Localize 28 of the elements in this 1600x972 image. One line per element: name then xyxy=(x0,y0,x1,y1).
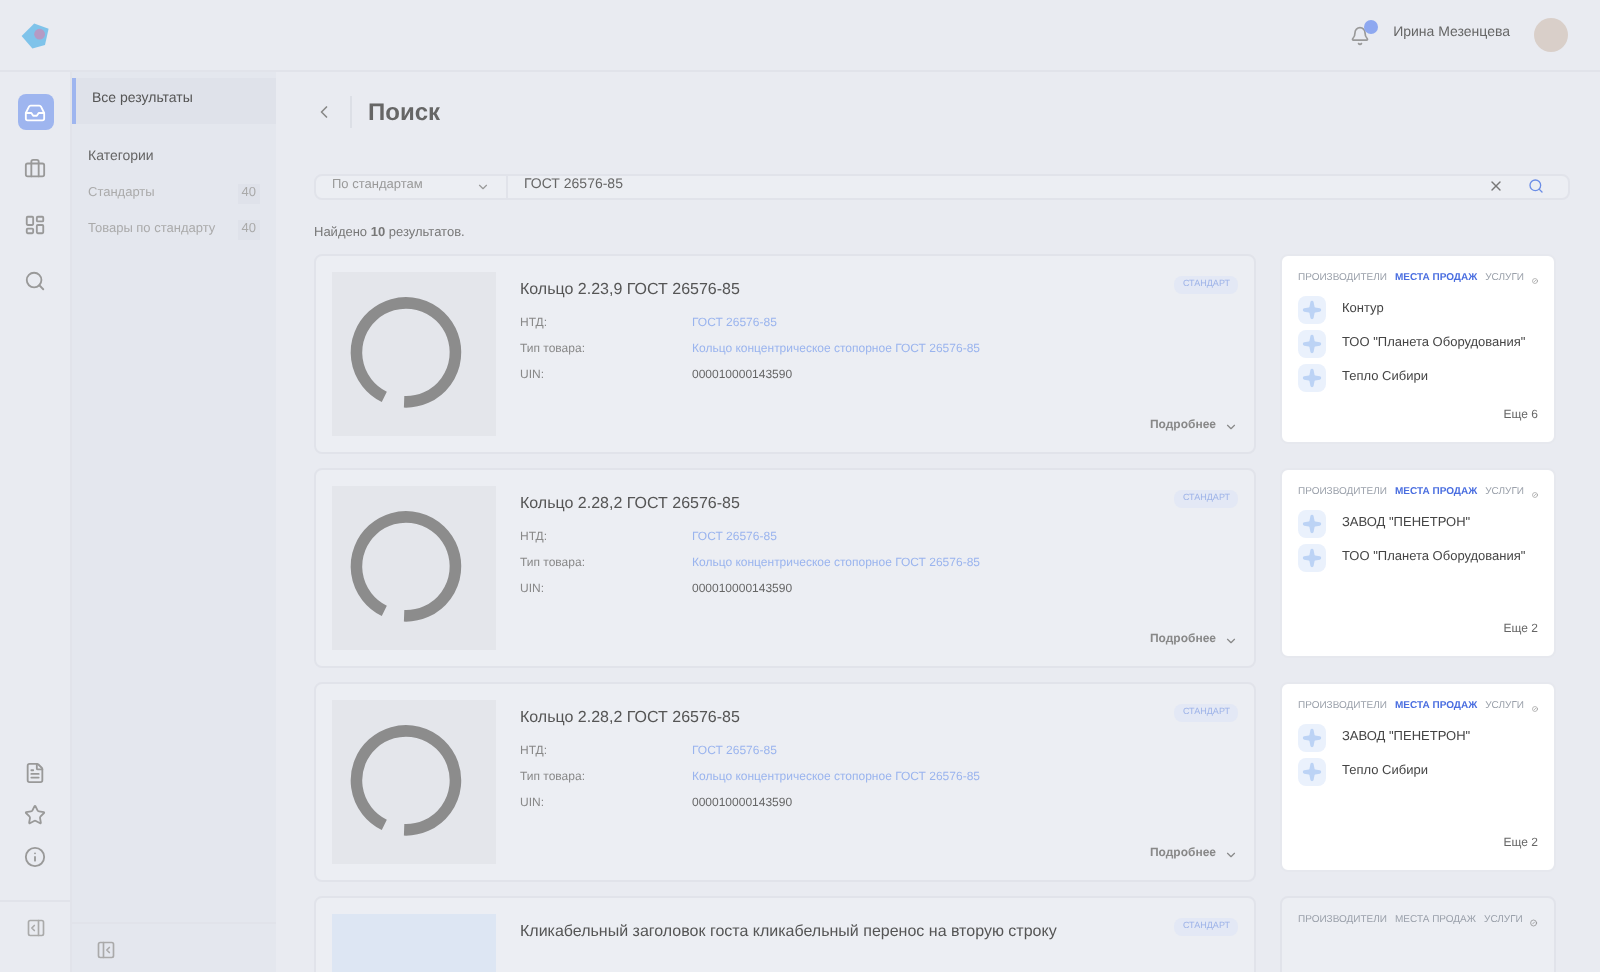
search-icon xyxy=(24,269,46,291)
clear-icon[interactable] xyxy=(1488,178,1504,195)
star-icon[interactable] xyxy=(24,804,46,826)
search-icon[interactable] xyxy=(1528,178,1544,195)
inbox-icon xyxy=(24,101,46,123)
notification-badge xyxy=(1363,19,1378,33)
bell-icon[interactable] xyxy=(1349,25,1370,45)
avatar[interactable] xyxy=(1534,18,1568,52)
collapse-icon[interactable] xyxy=(96,940,116,960)
chevron-down-icon xyxy=(476,179,490,194)
result-title[interactable]: Кольцо 2.28,2 ГОСТ 26576-85 xyxy=(520,492,740,517)
result-title[interactable]: Кликабельный заголовок госта кликабельный перенос на вторую строку xyxy=(520,920,1057,945)
expand-icon[interactable] xyxy=(25,918,45,938)
blocks-icon xyxy=(24,213,46,235)
hide-icon[interactable] xyxy=(1532,273,1538,287)
hide-icon[interactable] xyxy=(1530,915,1538,929)
hide-icon[interactable] xyxy=(1532,487,1538,501)
chevron-down-icon xyxy=(1224,848,1238,863)
chevron-down-icon xyxy=(1224,634,1238,649)
document-icon[interactable] xyxy=(24,762,46,784)
info-icon[interactable] xyxy=(24,846,46,868)
hide-icon[interactable] xyxy=(1532,701,1538,715)
page-title: Поиск xyxy=(368,96,441,130)
briefcase-icon xyxy=(24,157,46,179)
chevron-down-icon xyxy=(1224,420,1238,435)
result-title[interactable]: Кольцо 2.23,9 ГОСТ 26576-85 xyxy=(520,278,740,303)
nav-rail-button[interactable] xyxy=(17,94,53,130)
result-title[interactable]: Кольцо 2.28,2 ГОСТ 26576-85 xyxy=(520,706,740,731)
